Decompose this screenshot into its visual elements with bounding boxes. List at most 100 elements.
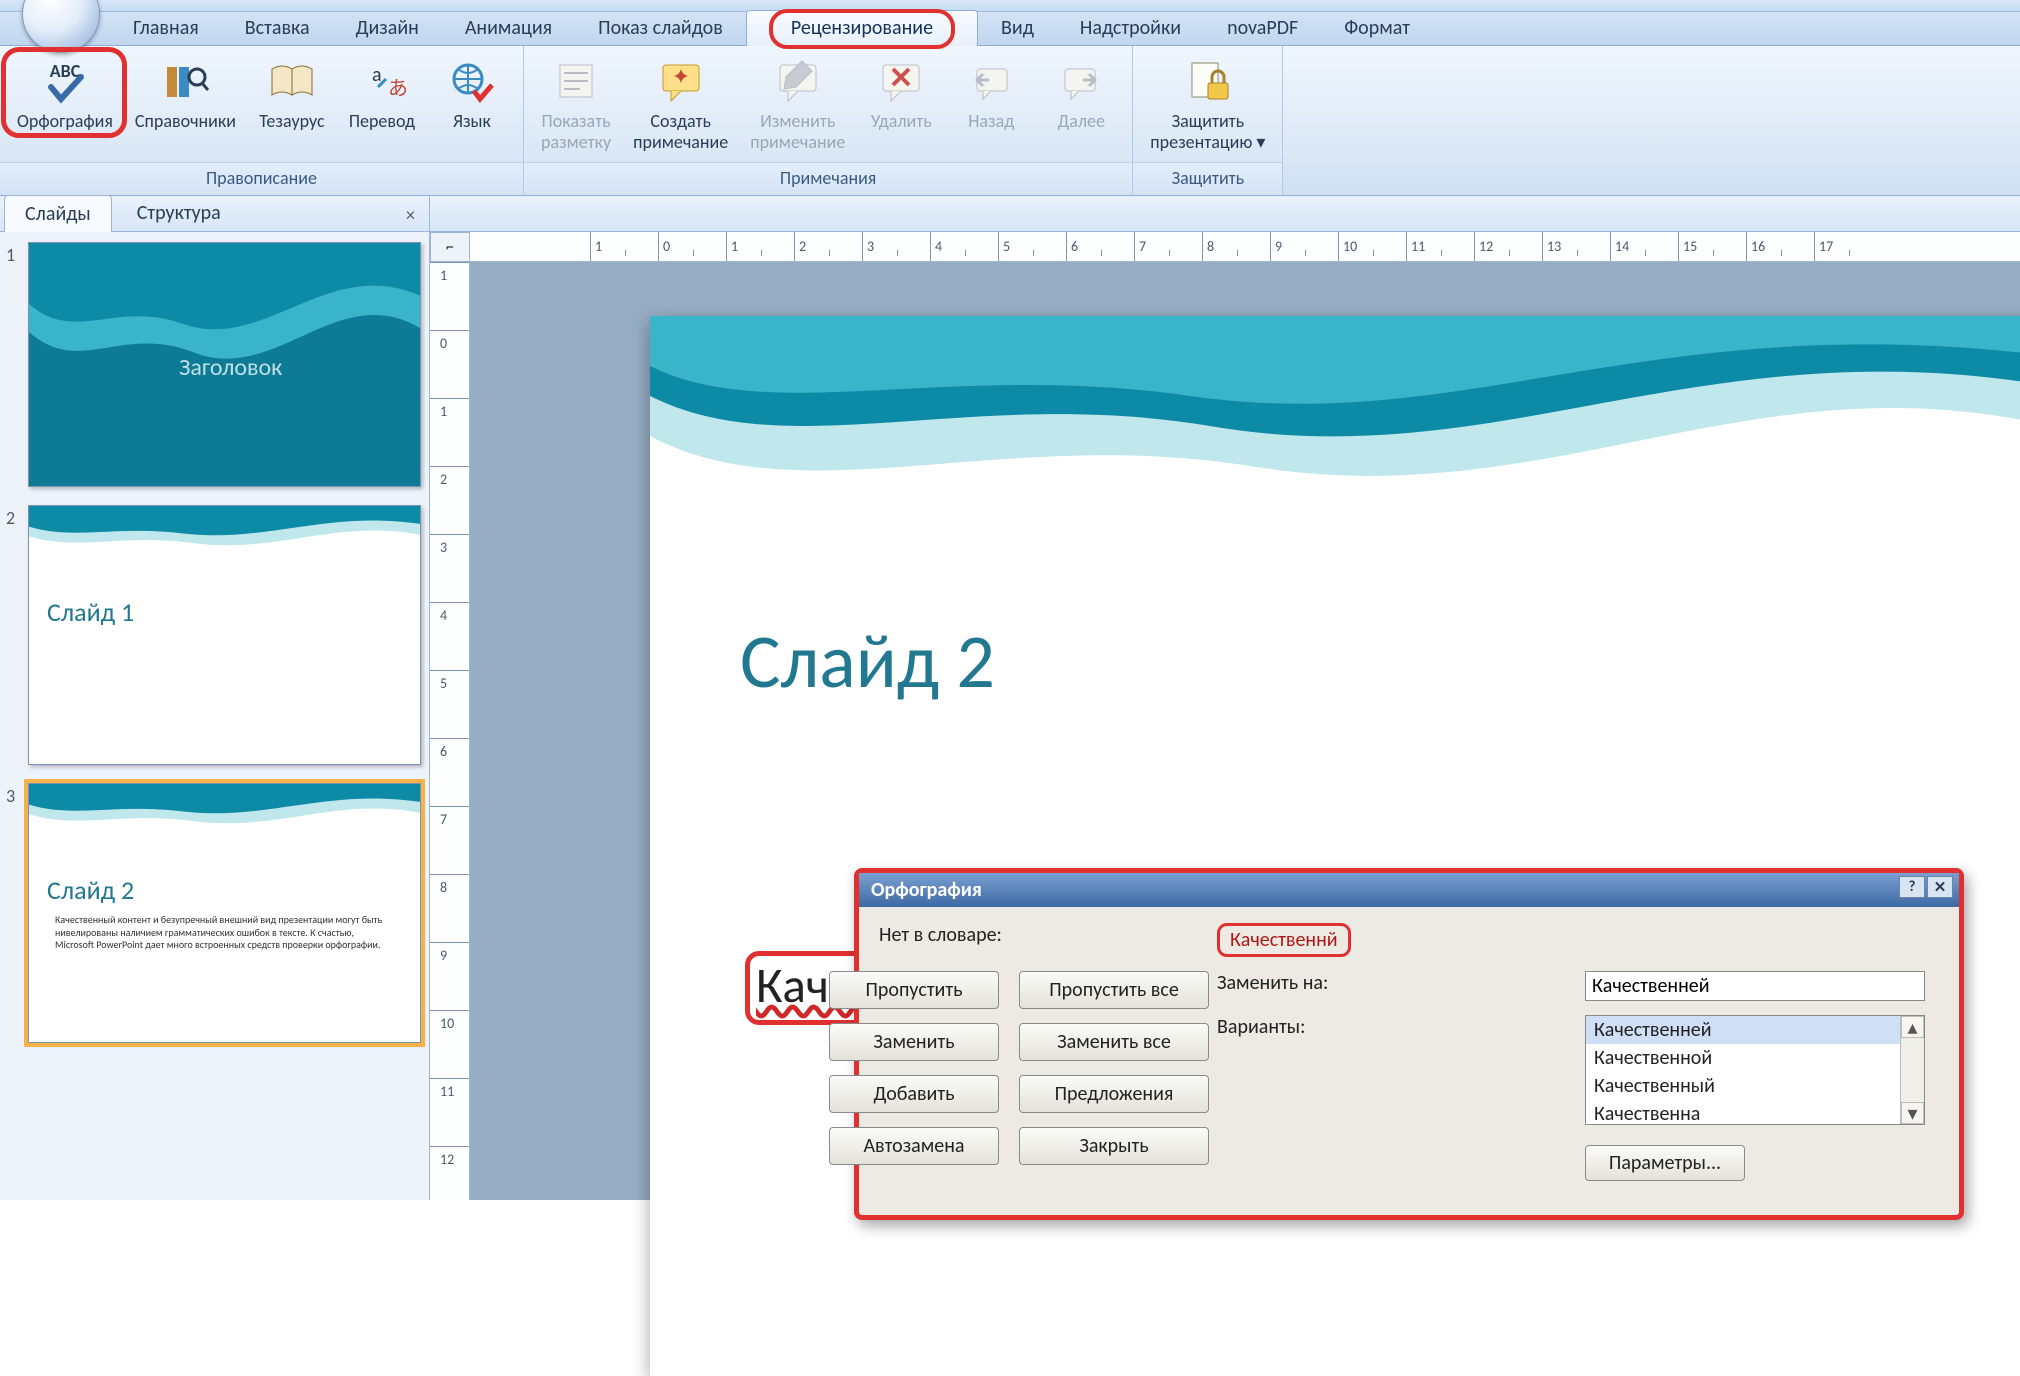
ruler-h-tick: 7 [1134,232,1202,261]
edit-comment-button: Изменить примечание [739,52,856,153]
variant-option[interactable]: Качественной [1586,1044,1924,1072]
variant-option[interactable]: Качественна [1586,1100,1924,1125]
svg-text:あ: あ [388,77,406,101]
new-comment-button[interactable]: ✦Создать примечание [622,52,739,153]
spelling-button[interactable]: ABCОрфография [6,52,124,133]
scroll-up-icon[interactable]: ▴ [1901,1016,1924,1038]
ruler-v-tick: 8 [430,874,469,942]
ribbon-tab-7[interactable]: Надстройки [1057,10,1204,46]
comment-new-icon: ✦ [657,57,705,105]
office-button[interactable] [22,0,100,53]
params-button[interactable]: Параметры... [1585,1145,1745,1181]
variant-option[interactable]: Качественней [1586,1016,1924,1044]
comment-prev-icon [967,57,1015,105]
slide-panel: Слайды Структура × 1 Заголовок 2 Слайд 1 3… [0,196,430,1200]
replace-button[interactable]: Заменить [829,1023,999,1061]
thumb-number: 2 [6,505,28,765]
thesaurus-label: Тезаурус [259,111,324,132]
skip-button[interactable]: Пропустить [829,971,999,1009]
ribbon-group-label: Правописание [0,162,523,195]
autocorrect-button[interactable]: Автозамена [829,1127,999,1165]
comment-next-icon [1057,57,1105,105]
ruler-h-tick: 2 [794,232,862,261]
thumb-number: 1 [6,242,28,487]
suggestions-button[interactable]: Предложения [1019,1075,1209,1113]
ruler-h-tick: 4 [930,232,998,261]
abc-check-icon: ABC [41,57,89,105]
translate-label: Перевод [349,111,415,132]
spelling-dialog: Орфография ? ✕ Нет в словаре: Качественн… [854,868,1964,1220]
panel-close-icon[interactable]: × [406,204,415,226]
add-button[interactable]: Добавить [829,1075,999,1113]
comment-edit-icon [774,57,822,105]
slide-title[interactable]: Слайд 2 [740,616,995,708]
ribbon-tab-4[interactable]: Показ слайдов [575,10,746,46]
research-label: Справочники [135,111,236,132]
ruler-h-tick: 0 [658,232,726,261]
ruler-v-tick: 3 [430,534,469,602]
variants-label: Варианты: [1217,1015,1577,1039]
ruler-v-tick: 11 [430,1078,469,1146]
panel-tab-slides[interactable]: Слайды [4,195,112,232]
slide-thumbnail[interactable]: Слайд 2Качественный контент и безупречны… [28,783,421,1043]
not-in-dict-value: Качественнй [1217,923,1351,957]
variants-listbox[interactable]: КачественнейКачественнойКачественныйКаче… [1585,1015,1925,1125]
ruler-h-tick: 6 [1066,232,1134,261]
thumb-title: Слайд 2 [47,874,134,906]
thumb-title: Заголовок [179,353,282,382]
svg-text:✦: ✦ [671,63,689,90]
ribbon-tabs: ГлавнаяВставкаДизайнАнимацияПоказ слайдо… [0,12,2020,46]
thumb-number: 3 [6,783,28,1043]
ruler-h-tick: 10 [1338,232,1406,261]
panel-tab-outline[interactable]: Структура [116,194,242,232]
ruler-v-tick: 0 [430,330,469,398]
ribbon-tab-0[interactable]: Главная [110,10,222,46]
ruler-h-tick: 16 [1746,232,1814,261]
ruler-vertical[interactable]: 10123456789101112 [430,262,470,1200]
ribbon-tab-9[interactable]: Формат [1321,10,1433,46]
replace-input[interactable] [1585,971,1925,1001]
translate-button[interactable]: aあПеревод [337,52,427,133]
ruler-h-tick: 1 [726,232,794,261]
variants-scrollbar[interactable]: ▴ ▾ [1900,1016,1924,1124]
ruler-horizontal[interactable]: 101234567891011121314151617 [470,232,2020,262]
dialog-titlebar[interactable]: Орфография ? ✕ [859,873,1959,907]
slide-thumbnail[interactable]: Слайд 1 [28,505,421,765]
ruler-h-tick: 13 [1542,232,1610,261]
thumb-title: Слайд 1 [47,596,134,628]
slide-wave-art [650,316,2020,546]
ribbon-tab-3[interactable]: Анимация [442,10,575,46]
ruler-h-tick: 9 [1270,232,1338,261]
thesaurus-button[interactable]: Тезаурус [247,52,337,133]
ruler-v-tick: 1 [430,262,469,330]
replace-all-button[interactable]: Заменить все [1019,1023,1209,1061]
ribbon-tab-5[interactable]: Рецензирование [746,10,978,46]
scroll-down-icon[interactable]: ▾ [1901,1102,1924,1124]
close-button[interactable]: Закрыть [1019,1127,1209,1165]
ruler-v-tick: 5 [430,670,469,738]
ruler-corner: ⌐ [430,232,470,262]
ruler-v-tick: 7 [430,806,469,874]
ribbon-tab-1[interactable]: Вставка [222,10,333,46]
protect-label: Защитить презентацию ▾ [1150,111,1265,152]
dialog-close-icon[interactable]: ✕ [1927,876,1953,898]
ribbon-tab-2[interactable]: Дизайн [333,10,442,46]
slide-thumbnail[interactable]: Заголовок [28,242,421,487]
ribbon-tab-8[interactable]: novaPDF [1204,10,1321,46]
ruler-v-tick: 9 [430,942,469,1010]
ruler-h-tick: 11 [1406,232,1474,261]
show-markup-button: Показать разметку [530,52,622,153]
research-button[interactable]: Справочники [124,52,247,133]
lock-doc-icon [1184,57,1232,105]
show-markup-label: Показать разметку [541,111,611,152]
ribbon-group-1: Показать разметку ✦Создать примечаниеИзме… [524,46,1133,195]
ruler-h-tick: 1 [590,232,658,261]
ribbon-tab-6[interactable]: Вид [978,10,1057,46]
language-button[interactable]: Язык [427,52,517,133]
ruler-v-tick: 6 [430,738,469,806]
dialog-title: Орфография [871,878,982,902]
dialog-help-icon[interactable]: ? [1899,876,1925,898]
variant-option[interactable]: Качественный [1586,1072,1924,1100]
skip-all-button[interactable]: Пропустить все [1019,971,1209,1009]
protect-button[interactable]: Защитить презентацию ▾ [1139,52,1276,153]
